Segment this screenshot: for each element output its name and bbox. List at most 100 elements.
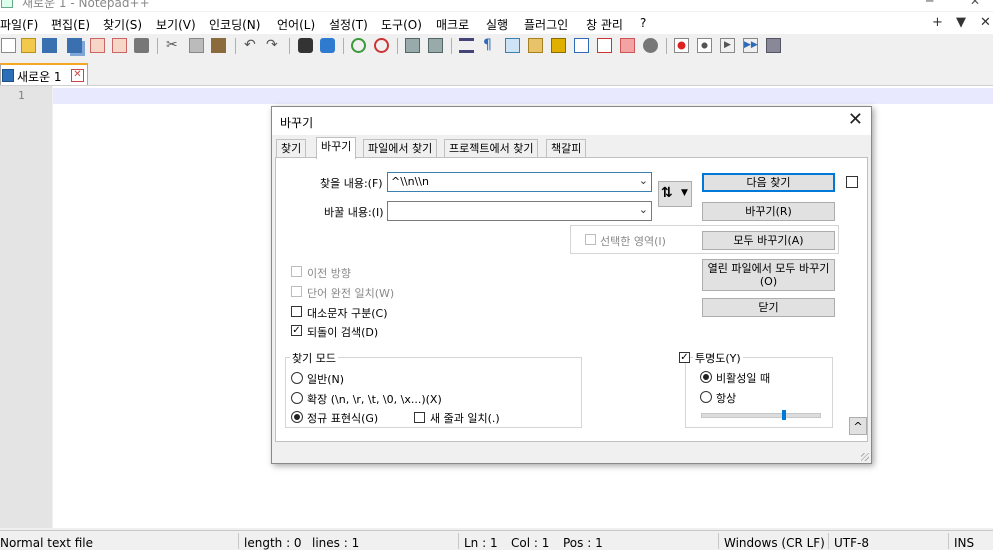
replace-all-button[interactable]: 모두 바꾸기(A)	[702, 231, 835, 250]
chevron-down-icon[interactable]: ▼	[681, 188, 688, 198]
swap-find-replace-button[interactable]: ⇅ ▼	[658, 181, 692, 207]
backward-direction-checkbox[interactable]	[291, 266, 302, 277]
menu-macro[interactable]: 매크로	[436, 16, 469, 33]
find-icon[interactable]	[298, 38, 313, 53]
tab-list-dropdown-icon[interactable]: ▼	[956, 15, 966, 30]
toolbar-separator	[451, 38, 452, 54]
function-list-icon[interactable]	[597, 38, 612, 53]
doc-list-icon[interactable]	[574, 38, 589, 53]
zoom-in-icon[interactable]	[351, 38, 366, 53]
transparency-slider[interactable]	[701, 410, 821, 420]
document-tab[interactable]: 새로운 1 ✕	[0, 63, 88, 85]
doc-map-icon[interactable]	[551, 38, 566, 53]
match-case-checkbox[interactable]	[291, 306, 302, 317]
status-separator	[828, 533, 829, 549]
transparency-checkbox[interactable]: ✓	[679, 352, 690, 363]
cut-icon[interactable]: ✂	[166, 38, 181, 53]
menu-encoding[interactable]: 인코딩(N)	[209, 16, 260, 33]
new-file-icon[interactable]	[1, 38, 16, 53]
show-all-chars-icon[interactable]: ¶	[483, 38, 498, 53]
word-wrap-icon[interactable]	[459, 38, 474, 53]
find-next-options-checkbox[interactable]	[846, 176, 858, 188]
resize-grip-icon[interactable]	[861, 453, 869, 461]
menu-window[interactable]: 창 관리	[586, 16, 623, 33]
close-window-icon[interactable]: ✕	[970, 0, 980, 8]
menu-tools[interactable]: 도구(O)	[381, 16, 422, 33]
run-macro-multiple-icon[interactable]: ▶▶	[743, 38, 758, 53]
redo-icon[interactable]: ↷	[266, 38, 281, 53]
close-doc-icon[interactable]: ✕	[980, 15, 991, 30]
minimize-icon[interactable]: ─	[926, 0, 933, 8]
close-all-icon[interactable]	[112, 38, 127, 53]
copy-icon[interactable]	[189, 38, 204, 53]
backward-direction-label: 이전 방향	[307, 267, 351, 280]
wrap-around-checkbox[interactable]: ✓	[291, 325, 302, 336]
close-button[interactable]: 닫기	[702, 298, 835, 317]
close-file-icon[interactable]	[90, 38, 105, 53]
folder-workspace-icon[interactable]	[620, 38, 635, 53]
current-line-highlight	[53, 88, 993, 104]
paste-icon[interactable]	[211, 38, 226, 53]
dot-matches-newline-checkbox[interactable]	[414, 412, 425, 423]
monitoring-icon[interactable]	[643, 38, 658, 53]
zoom-out-icon[interactable]	[374, 38, 389, 53]
indent-guide-icon[interactable]	[505, 38, 520, 53]
replace-all-open-docs-button[interactable]: 열린 파일에서 모두 바꾸기 (O)	[702, 259, 835, 291]
toolbar: ✂ ↶ ↷ ¶ ▶ ▶▶	[0, 34, 993, 58]
mode-extended-radio[interactable]	[291, 392, 303, 404]
print-icon[interactable]	[134, 38, 149, 53]
record-macro-icon[interactable]	[674, 38, 689, 53]
whole-word-checkbox[interactable]	[291, 286, 302, 297]
save-all-icon[interactable]	[67, 38, 82, 53]
window-title: 새로운 1 - Notepad++	[22, 0, 150, 10]
sync-vertical-icon[interactable]	[405, 38, 420, 53]
tab-find-in-files[interactable]: 파일에서 찾기	[363, 139, 438, 158]
in-selection-checkbox[interactable]	[585, 234, 596, 245]
find-what-combobox[interactable]: ^\\n\\n ⌄	[387, 172, 652, 192]
menu-help[interactable]: ?	[640, 16, 646, 30]
collapse-dialog-button[interactable]: ^	[849, 417, 867, 435]
wrap-around-label: 되돌이 검색(D)	[307, 326, 379, 339]
menu-settings[interactable]: 설정(T)	[329, 16, 368, 33]
tab-replace[interactable]: 바꾸기	[316, 137, 357, 159]
tab-close-icon[interactable]: ✕	[71, 69, 84, 82]
undo-icon[interactable]: ↶	[244, 38, 259, 53]
play-macro-icon[interactable]: ▶	[720, 38, 735, 53]
chevron-down-icon[interactable]: ⌄	[639, 174, 648, 187]
save-macro-icon[interactable]	[766, 38, 781, 53]
chevron-down-icon[interactable]: ⌄	[639, 203, 648, 216]
menu-file[interactable]: 파일(F)	[0, 16, 38, 33]
open-file-icon[interactable]	[21, 38, 36, 53]
menu-language[interactable]: 언어(L)	[277, 16, 315, 33]
transparency-on-lose-focus-radio[interactable]	[700, 371, 712, 383]
transparency-slider-thumb[interactable]	[782, 410, 786, 420]
toolbar-separator	[157, 38, 158, 54]
menu-search[interactable]: 찾기(S)	[103, 16, 142, 33]
dot-matches-newline-label: 새 줄과 일치(.)	[430, 412, 500, 425]
replace-all-open-docs-shortcut: (O)	[759, 275, 778, 288]
transparency-always-radio[interactable]	[700, 391, 712, 403]
user-language-icon[interactable]	[528, 38, 543, 53]
new-tab-icon[interactable]: +	[932, 15, 943, 30]
stop-macro-icon[interactable]	[697, 38, 712, 53]
replace-with-combobox[interactable]: ⌄	[387, 201, 652, 221]
sync-horizontal-icon[interactable]	[428, 38, 443, 53]
line-number-gutter: 1	[0, 86, 52, 528]
toolbar-separator	[397, 38, 398, 54]
menu-run[interactable]: 실행	[486, 16, 508, 33]
mode-normal-radio[interactable]	[291, 372, 303, 384]
save-icon[interactable]	[42, 38, 57, 53]
tab-find-in-projects[interactable]: 프로젝트에서 찾기	[444, 139, 539, 158]
line-number: 1	[18, 89, 25, 102]
menu-plugins[interactable]: 플러그인	[524, 16, 568, 33]
tab-find[interactable]: 찾기	[276, 139, 307, 158]
menu-edit[interactable]: 편집(E)	[51, 16, 90, 33]
dialog-close-icon[interactable]: ✕	[848, 110, 863, 130]
menu-view[interactable]: 보기(V)	[156, 16, 196, 33]
dialog-titlebar[interactable]: 바꾸기 ✕	[272, 107, 871, 135]
replace-button[interactable]: 바꾸기(R)	[702, 202, 835, 221]
replace-icon[interactable]	[320, 38, 335, 53]
tab-mark[interactable]: 책갈피	[546, 139, 587, 158]
mode-regex-radio[interactable]	[291, 411, 303, 423]
find-next-button[interactable]: 다음 찾기	[702, 173, 835, 192]
